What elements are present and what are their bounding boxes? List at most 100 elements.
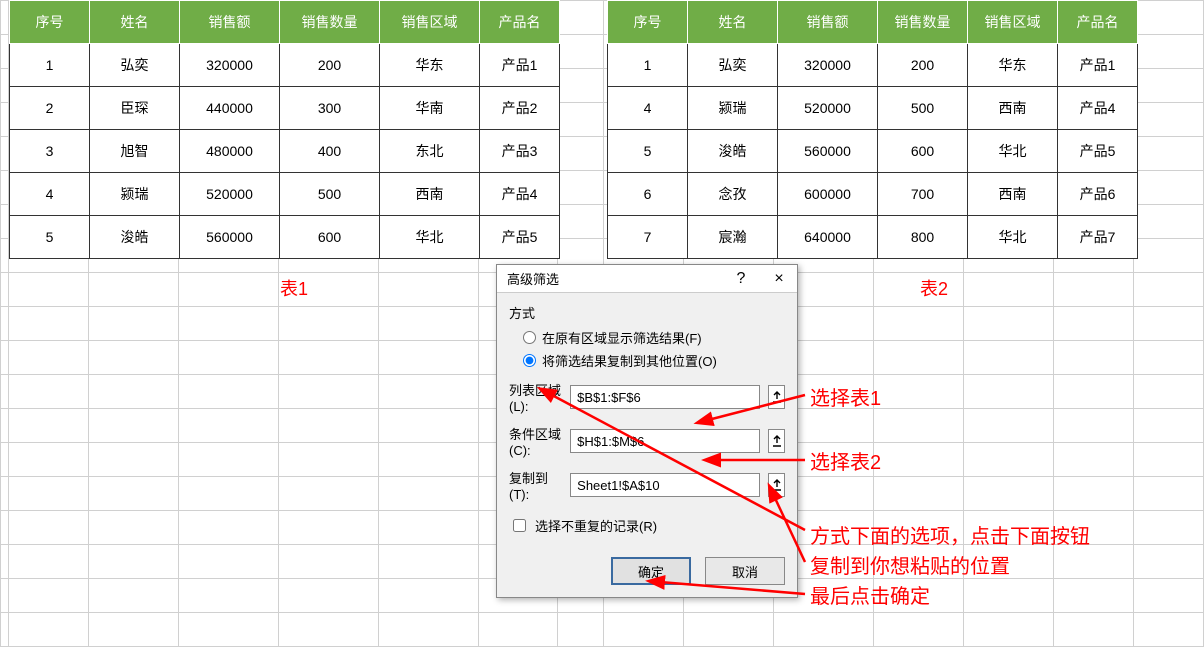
cell[interactable]: 产品3 [480,130,560,173]
cell[interactable]: 浚皓 [90,216,180,259]
unique-records-checkbox-row[interactable]: 选择不重复的记录(R) [509,516,785,535]
cell[interactable]: 600000 [778,173,878,216]
cell[interactable]: 560000 [778,130,878,173]
cell[interactable]: 颍瑞 [688,87,778,130]
cancel-button[interactable]: 取消 [705,557,785,585]
criteria-range-picker-button[interactable] [768,429,785,453]
dialog-titlebar[interactable]: 高级筛选 ? × [497,265,797,293]
cell[interactable]: 1 [608,44,688,87]
cell[interactable]: 7 [608,216,688,259]
column-header[interactable]: 姓名 [90,1,180,44]
cell[interactable]: 产品7 [1058,216,1138,259]
cell[interactable]: 300 [280,87,380,130]
cell[interactable]: 西南 [968,87,1058,130]
table-row[interactable]: 4颍瑞520000500西南产品4 [608,87,1138,130]
cell[interactable]: 产品1 [1058,44,1138,87]
cell[interactable]: 700 [878,173,968,216]
table-row[interactable]: 5浚皓560000600华北产品5 [10,216,560,259]
cell[interactable]: 500 [280,173,380,216]
cell[interactable]: 东北 [380,130,480,173]
cell[interactable]: 520000 [180,173,280,216]
column-header[interactable]: 产品名 [1058,1,1138,44]
unique-records-checkbox[interactable] [513,519,526,532]
cell[interactable]: 华北 [968,130,1058,173]
table-row[interactable]: 6念孜600000700西南产品6 [608,173,1138,216]
ok-button[interactable]: 确定 [611,557,691,585]
table-row[interactable]: 1弘奕320000200华东产品1 [608,44,1138,87]
table-1[interactable]: 序号姓名销售额销售数量销售区域产品名1弘奕320000200华东产品12臣琛44… [9,0,560,259]
column-header[interactable]: 姓名 [688,1,778,44]
table-row[interactable]: 2臣琛440000300华南产品2 [10,87,560,130]
cell[interactable]: 320000 [778,44,878,87]
cell[interactable]: 浚皓 [688,130,778,173]
cell[interactable]: 西南 [968,173,1058,216]
radio-filter-in-place[interactable]: 在原有区域显示筛选结果(F) [523,328,785,347]
column-header[interactable]: 销售数量 [878,1,968,44]
cell[interactable]: 200 [878,44,968,87]
help-button[interactable]: ? [731,270,751,288]
copy-to-picker-button[interactable] [768,473,785,497]
cell[interactable]: 560000 [180,216,280,259]
cell[interactable]: 华东 [380,44,480,87]
cell[interactable]: 西南 [380,173,480,216]
cell[interactable]: 产品4 [1058,87,1138,130]
cell[interactable]: 600 [280,216,380,259]
cell[interactable]: 产品5 [1058,130,1138,173]
cell[interactable]: 500 [878,87,968,130]
cell[interactable]: 产品2 [480,87,560,130]
table-row[interactable]: 5浚皓560000600华北产品5 [608,130,1138,173]
column-header[interactable]: 序号 [608,1,688,44]
close-button[interactable]: × [769,270,789,288]
cell[interactable]: 华北 [968,216,1058,259]
table-row[interactable]: 3旭智480000400东北产品3 [10,130,560,173]
table-row[interactable]: 4颍瑞520000500西南产品4 [10,173,560,216]
cell[interactable]: 5 [608,130,688,173]
cell[interactable]: 2 [10,87,90,130]
cell[interactable]: 产品4 [480,173,560,216]
cell[interactable]: 弘奕 [688,44,778,87]
table-2[interactable]: 序号姓名销售额销售数量销售区域产品名1弘奕320000200华东产品14颍瑞52… [607,0,1138,259]
column-header[interactable]: 销售区域 [968,1,1058,44]
cell[interactable]: 400 [280,130,380,173]
cell[interactable]: 3 [10,130,90,173]
cell[interactable]: 旭智 [90,130,180,173]
column-header[interactable]: 销售数量 [280,1,380,44]
cell[interactable]: 480000 [180,130,280,173]
table-row[interactable]: 7宸瀚640000800华北产品7 [608,216,1138,259]
cell[interactable]: 6 [608,173,688,216]
radio-copy-to-location[interactable]: 将筛选结果复制到其他位置(O) [523,351,785,370]
cell[interactable]: 弘奕 [90,44,180,87]
column-header[interactable]: 销售额 [180,1,280,44]
cell[interactable]: 4 [608,87,688,130]
cell[interactable]: 华南 [380,87,480,130]
cell[interactable]: 宸瀚 [688,216,778,259]
cell[interactable]: 5 [10,216,90,259]
cell[interactable]: 臣琛 [90,87,180,130]
cell[interactable]: 华东 [968,44,1058,87]
cell[interactable]: 产品1 [480,44,560,87]
cell[interactable]: 1 [10,44,90,87]
radio-in-place-input[interactable] [523,331,536,344]
criteria-range-input[interactable] [570,429,760,453]
cell[interactable]: 4 [10,173,90,216]
cell[interactable]: 华北 [380,216,480,259]
radio-copy-input[interactable] [523,354,536,367]
column-header[interactable]: 序号 [10,1,90,44]
cell[interactable]: 800 [878,216,968,259]
column-header[interactable]: 销售额 [778,1,878,44]
copy-to-input[interactable] [570,473,760,497]
cell[interactable]: 200 [280,44,380,87]
cell[interactable]: 440000 [180,87,280,130]
cell[interactable]: 600 [878,130,968,173]
list-range-picker-button[interactable] [768,385,785,409]
cell[interactable]: 念孜 [688,173,778,216]
cell[interactable]: 产品5 [480,216,560,259]
cell[interactable]: 640000 [778,216,878,259]
cell[interactable]: 产品6 [1058,173,1138,216]
cell[interactable]: 520000 [778,87,878,130]
list-range-input[interactable] [570,385,760,409]
cell[interactable]: 320000 [180,44,280,87]
table-row[interactable]: 1弘奕320000200华东产品1 [10,44,560,87]
cell[interactable]: 颍瑞 [90,173,180,216]
column-header[interactable]: 产品名 [480,1,560,44]
